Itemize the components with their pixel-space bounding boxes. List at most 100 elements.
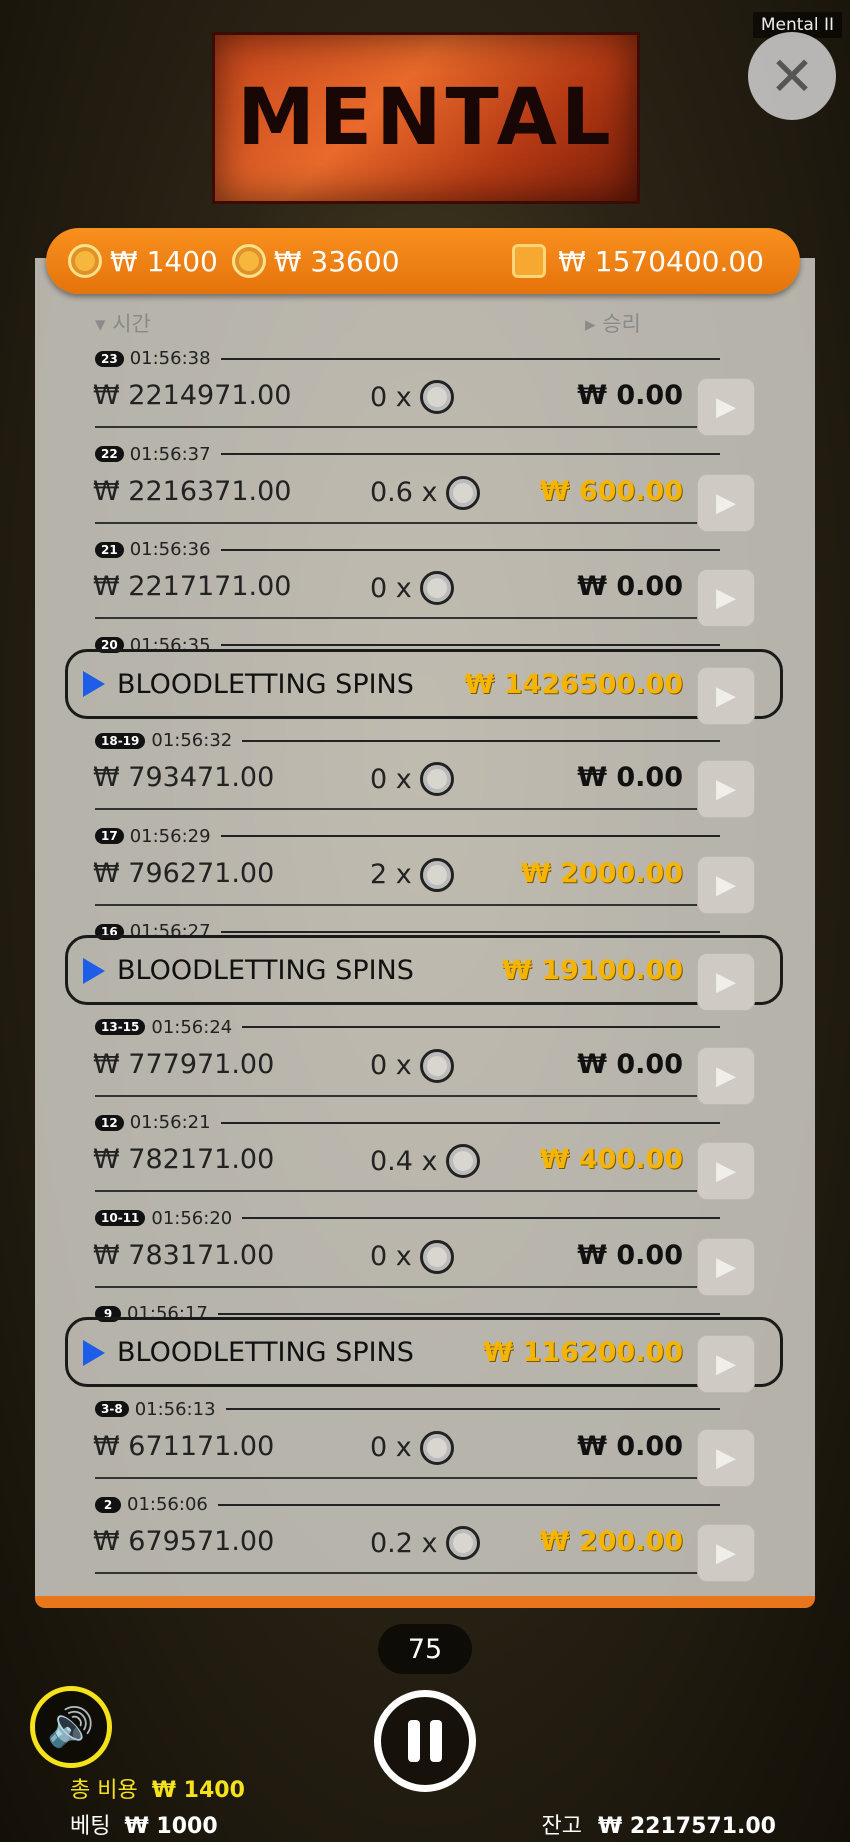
round-time: 01:56:36 [129, 539, 211, 560]
bonus-label: BLOODLETTING SPINS [83, 669, 414, 700]
chip-icon [419, 1239, 454, 1274]
round-badge: 2 [95, 1496, 121, 1513]
chip-icon [419, 380, 454, 414]
replay-button[interactable]: ▶ [697, 953, 755, 1011]
round-row: 3-8 01:56:13 ₩ 671171.00 0 x ₩ 0.00 ▶ [35, 1391, 815, 1487]
replay-button[interactable]: ▶ [697, 1142, 755, 1200]
bet-amount: 베팅 ₩ 1000 [70, 1808, 218, 1840]
round-badge: 21 [95, 541, 124, 558]
balance-label: 잔고 [541, 1814, 582, 1839]
bet-coin-value: ₩ 1400 [110, 244, 218, 278]
play-icon: ▶ [716, 1442, 736, 1473]
sort-time-header[interactable]: ▾ 시간 [95, 308, 151, 338]
sort-win-header[interactable]: ▸ 승리 [585, 308, 641, 338]
round-win: ₩ 600.00 [539, 475, 683, 507]
multiplier-text: 0 x [370, 763, 412, 795]
bonus-label: BLOODLETTING SPINS [83, 955, 414, 986]
close-button[interactable]: ✕ [748, 32, 836, 120]
replay-button[interactable]: ▶ [697, 473, 755, 532]
multiplier-text: 0 x [370, 1432, 412, 1463]
multiplier-text: 0 x [370, 381, 412, 413]
round-badge: 3-8 [95, 1401, 129, 1417]
play-icon: ▶ [716, 967, 736, 997]
replay-button[interactable]: ▶ [697, 1046, 755, 1105]
round-win: ₩ 0.00 [577, 1430, 683, 1462]
round-multiplier: 0 x [370, 1430, 454, 1465]
round-balance: ₩ 782171.00 [93, 1144, 275, 1175]
round-time: 01:56:37 [129, 443, 211, 465]
round-time: 01:56:24 [151, 1016, 233, 1038]
speaker-icon: 🔊 [47, 1704, 95, 1749]
round-time: 01:56:13 [134, 1398, 216, 1420]
round-row: 21 01:56:36 ₩ 2217171.00 0 x ₩ 0.00 ▶ [35, 531, 815, 627]
round-row: 23 01:56:38 ₩ 2214971.00 0 x ₩ 0.00 ▶ [35, 340, 815, 436]
round-win: ₩ 400.00 [539, 1144, 683, 1175]
chip-icon [419, 1048, 454, 1083]
round-meta: 2 01:56:06 [95, 1494, 720, 1515]
bonus-label-text: BLOODLETTING SPINS [117, 955, 414, 986]
round-multiplier: 0 x [370, 380, 454, 414]
round-row: 22 01:56:37 ₩ 2216371.00 0.6 x ₩ 600.00 … [35, 436, 815, 532]
replay-button[interactable]: ▶ [697, 569, 755, 627]
pause-button[interactable] [374, 1690, 476, 1792]
round-multiplier: 0.6 x [370, 475, 480, 510]
multiplier-text: 0.6 x [370, 477, 438, 508]
replay-button[interactable]: ▶ [697, 1237, 755, 1296]
replay-button[interactable]: ▶ [697, 666, 755, 725]
round-row: 10-11 01:56:20 ₩ 783171.00 0 x ₩ 0.00 ▶ [35, 1200, 815, 1296]
wallet-item: ₩ 1570400.00 [512, 244, 764, 278]
pause-icon [408, 1720, 420, 1762]
round-multiplier: 0.2 x [370, 1526, 480, 1560]
second-coin-item: ₩ 33600 [231, 244, 400, 278]
round-balance: ₩ 671171.00 [93, 1430, 275, 1462]
play-icon: ▶ [716, 1349, 736, 1379]
win-header-label: 승리 [602, 312, 641, 336]
replay-button[interactable]: ▶ [697, 760, 755, 818]
round-time: 01:56:38 [129, 348, 211, 369]
total-cost: 총 비용 ₩ 1400 [70, 1772, 245, 1804]
play-icon: ▶ [716, 392, 736, 422]
balance-value: ₩ 2217571.00 [597, 1814, 776, 1839]
round-meta: 18-19 01:56:32 [95, 730, 720, 751]
play-triangle-icon [83, 671, 105, 697]
replay-button[interactable]: ▶ [697, 1428, 755, 1487]
play-icon: ▶ [716, 774, 736, 804]
round-time: 01:56:29 [129, 825, 211, 847]
round-multiplier: 0 x [370, 1048, 454, 1083]
round-multiplier: 0.4 x [370, 1144, 480, 1178]
round-multiplier: 0 x [370, 571, 454, 605]
round-meta: 13-15 01:56:24 [95, 1017, 720, 1038]
round-win: ₩ 0.00 [577, 380, 683, 411]
multiplier-text: 2 x [370, 859, 412, 890]
round-badge: 23 [95, 350, 124, 367]
replay-button[interactable]: ▶ [697, 378, 755, 436]
round-badge: 13-15 [95, 1019, 146, 1035]
play-icon: ▶ [716, 1156, 736, 1186]
round-win: ₩ 0.00 [577, 762, 683, 793]
play-icon: ▶ [716, 869, 736, 900]
round-multiplier: 0 x [370, 762, 454, 796]
replay-button[interactable]: ▶ [697, 855, 755, 914]
round-win: ₩ 116200.00 [483, 1337, 683, 1368]
round-win: ₩ 0.00 [577, 571, 683, 602]
round-meta: 17 01:56:29 [95, 826, 720, 847]
multiplier-text: 0 x [370, 1241, 412, 1272]
round-badge: 18-19 [95, 732, 146, 749]
autoplay-counter: 75 [378, 1624, 472, 1674]
column-headers: ▾ 시간 ▸ 승리 [35, 308, 815, 338]
round-meta: 21 01:56:36 [95, 539, 720, 560]
replay-button[interactable]: ▶ [697, 1524, 755, 1582]
sound-button[interactable]: 🔊 [30, 1686, 112, 1768]
play-triangle-icon [83, 1339, 105, 1366]
total-cost-label: 총 비용 [70, 1778, 138, 1803]
round-balance: ₩ 777971.00 [93, 1048, 275, 1080]
wallet-value: ₩ 1570400.00 [558, 244, 764, 278]
round-balance: ₩ 793471.00 [93, 762, 275, 793]
replay-button[interactable]: ▶ [697, 1335, 755, 1393]
chip-icon [445, 475, 480, 510]
round-balance: ₩ 2217171.00 [93, 571, 292, 602]
play-triangle-icon [83, 957, 105, 984]
total-cost-value: ₩ 1400 [151, 1778, 245, 1803]
balance: 잔고 ₩ 2217571.00 [541, 1808, 776, 1840]
round-badge: 12 [95, 1114, 124, 1131]
